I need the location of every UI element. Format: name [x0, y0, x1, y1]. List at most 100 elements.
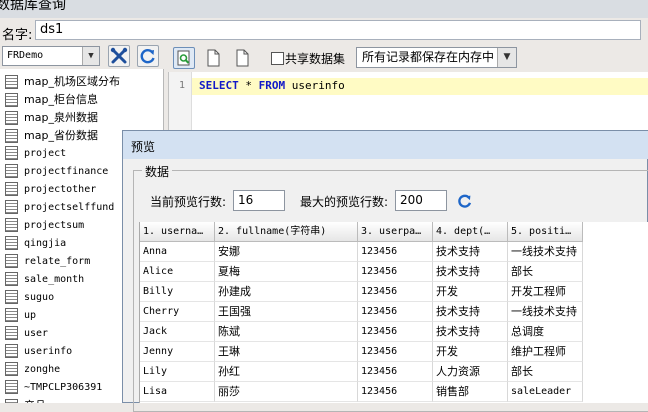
new-document-button[interactable]	[203, 48, 225, 70]
datasource-selected: FRDemo	[7, 50, 44, 61]
tools-icon	[110, 47, 128, 64]
refresh-preview-button[interactable]	[456, 192, 474, 210]
document-button[interactable]	[232, 48, 254, 70]
connection-settings-button[interactable]	[108, 45, 130, 67]
table-icon	[5, 129, 18, 143]
table-list-item[interactable]: map_泉州数据	[5, 109, 98, 127]
table-cell: 技术支持	[433, 242, 508, 262]
chevron-down-icon: ▼	[82, 47, 99, 65]
table-list-item[interactable]: map_省份数据	[5, 127, 98, 145]
share-dataset-label: 共享数据集	[285, 52, 346, 66]
window-title: 数据库查询	[0, 0, 66, 13]
table-cell: 王琳	[215, 342, 358, 362]
document-icon	[236, 49, 249, 67]
table-cell: Lisa	[140, 382, 215, 402]
column-header[interactable]: 2. fullname(字符串)	[215, 222, 358, 242]
table-icon	[5, 290, 18, 304]
table-list-item[interactable]: projectselffund	[5, 199, 114, 217]
table-list-item[interactable]: map_柜台信息	[5, 91, 98, 109]
table-cell: 123456	[358, 302, 433, 322]
table-cell: 丽莎	[215, 382, 358, 402]
chevron-down-icon: ▼	[497, 48, 516, 67]
name-input[interactable]: ds1	[35, 20, 641, 40]
table-icon	[5, 362, 18, 376]
table-icon	[5, 75, 18, 89]
table-cell: 123456	[358, 322, 433, 342]
table-list-item[interactable]: 产品	[5, 397, 46, 403]
table-icon	[5, 146, 18, 160]
table-list-item[interactable]: user	[5, 325, 48, 343]
name-label: 名字:	[2, 28, 33, 43]
table-list-item[interactable]: projectother	[5, 181, 96, 199]
table-icon	[5, 399, 18, 403]
table-name: up	[24, 310, 37, 321]
table-icon	[5, 182, 18, 196]
table-cell: 安娜	[215, 242, 358, 262]
table-list-item[interactable]: relate_form	[5, 253, 90, 271]
table-cell: Anna	[140, 242, 215, 262]
column-header[interactable]: 4. dept(…	[433, 222, 508, 242]
table-cell: 总调度	[508, 322, 583, 342]
table-name: project	[24, 148, 67, 159]
sql-token: userinfo	[285, 79, 345, 92]
table-cell: Billy	[140, 282, 215, 302]
table-list-item[interactable]: project	[5, 145, 66, 163]
table-name: user	[24, 328, 49, 339]
table-list-item[interactable]: zonghe	[5, 361, 60, 379]
table-cell: 人力资源	[433, 362, 508, 382]
preview-button[interactable]	[173, 47, 195, 69]
table-list-item[interactable]: sale_month	[5, 271, 84, 289]
table-name: sale_month	[24, 274, 85, 285]
table-cell: 123456	[358, 342, 433, 362]
window-titlebar: 数据库查询	[0, 0, 648, 18]
column-header[interactable]: 5. positi…	[508, 222, 583, 242]
table-cell: 123456	[358, 282, 433, 302]
table-list-item[interactable]: ~TMPCLP306391	[5, 379, 102, 397]
refresh-icon	[140, 49, 155, 64]
table-cell: 开发	[433, 342, 508, 362]
table-icon	[5, 236, 18, 250]
sql-keyword: FROM	[258, 79, 286, 92]
column-header[interactable]: 1. userna…	[140, 222, 215, 242]
sql-token: *	[238, 79, 259, 92]
table-cell: Alice	[140, 262, 215, 282]
column-header[interactable]: 3. userpa…	[358, 222, 433, 242]
table-cell: 维护工程师	[508, 342, 583, 362]
table-list-item[interactable]: projectsum	[5, 217, 84, 235]
table-cell: Jack	[140, 322, 215, 342]
table-list-item[interactable]: qingjia	[5, 235, 66, 253]
document-icon	[207, 49, 220, 67]
table-icon	[5, 344, 18, 358]
memory-mode-select[interactable]: 所有记录都保存在内存中 ▼	[356, 47, 517, 68]
table-list-item[interactable]: projectfinance	[5, 163, 108, 181]
table-name: projectother	[24, 184, 97, 195]
share-dataset-checkbox[interactable]	[271, 52, 284, 65]
line-number: 1	[179, 80, 186, 91]
current-rows-label: 当前预览行数:	[150, 195, 227, 209]
refresh-datasource-button[interactable]	[137, 45, 159, 67]
datasource-select[interactable]: FRDemo ▼	[2, 46, 100, 66]
data-group-label: 数据	[142, 163, 173, 180]
table-icon	[5, 272, 18, 286]
table-cell: 一线技术支持	[508, 302, 583, 322]
max-rows-input[interactable]: 200	[395, 190, 447, 211]
table-name: map_机场区域分布	[24, 75, 120, 88]
table-name: map_柜台信息	[24, 93, 98, 106]
preview-icon	[177, 50, 190, 66]
table-list-item[interactable]: userinfo	[5, 343, 72, 361]
table-list-item[interactable]: up	[5, 307, 36, 325]
table-list-item[interactable]: map_机场区域分布	[5, 73, 120, 91]
table-cell: 技术支持	[433, 262, 508, 282]
sql-keyword: SELECT	[199, 79, 239, 92]
table-icon	[5, 254, 18, 268]
table-cell: 123456	[358, 382, 433, 402]
dialog-titlebar[interactable]: 预览	[123, 131, 648, 159]
table-icon	[5, 93, 18, 107]
table-cell: 技术支持	[433, 302, 508, 322]
table-icon	[5, 111, 18, 125]
current-rows-input[interactable]: 16	[233, 190, 285, 211]
table-icon	[5, 380, 18, 394]
table-cell: 陈斌	[215, 322, 358, 342]
table-cell: 技术支持	[433, 322, 508, 342]
table-list-item[interactable]: suguo	[5, 289, 54, 307]
